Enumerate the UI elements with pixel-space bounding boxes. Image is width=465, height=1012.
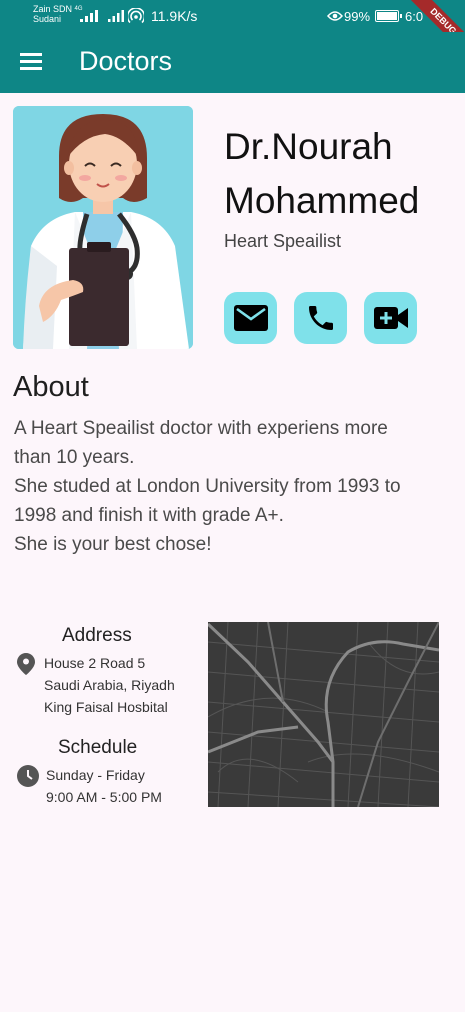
signal-icon: [80, 10, 98, 22]
eye-icon: [327, 11, 343, 21]
phone-icon: [308, 306, 333, 330]
doctor-name: Dr.Nourah Mohammed: [224, 120, 419, 228]
about-description: A Heart Speailist doctor with experiens …: [14, 414, 459, 559]
doctor-name-line1: Dr.Nourah: [224, 126, 393, 167]
clock-icon: [17, 765, 39, 787]
doctor-illustration: [13, 106, 193, 349]
schedule-heading: Schedule: [58, 737, 138, 758]
address-text: House 2 Road 5 Saudi Arabia, Riyadh King…: [44, 652, 175, 718]
about-line: She studed at London University from 199…: [14, 476, 401, 497]
map-graphic: [208, 622, 439, 807]
doctor-name-line2: Mohammed: [224, 180, 420, 221]
about-line: A Heart Speailist doctor with experiens …: [14, 418, 388, 439]
app-bar: Doctors: [0, 32, 465, 93]
address-line: King Faisal Hosbital: [44, 699, 168, 715]
address-line: House 2 Road 5: [44, 655, 146, 671]
status-bar: Zain SDN 4G Sudani 11.9K/s 99% 6:0 DEBUG: [0, 0, 465, 63]
doctor-specialty: Heart Speailist: [224, 231, 342, 251]
email-button[interactable]: [224, 292, 277, 344]
schedule-days: Sunday - Friday: [46, 767, 145, 783]
address-line: Saudi Arabia, Riyadh: [44, 677, 175, 693]
clock-time: 6:0: [405, 9, 424, 24]
call-button[interactable]: [294, 292, 347, 344]
location-pin-icon: [17, 653, 35, 675]
about-heading: About: [13, 371, 89, 403]
schedule-text: Sunday - Friday 9:00 AM - 5:00 PM: [46, 764, 162, 808]
about-line: 1998 and finish it with grade A+.: [14, 505, 284, 526]
address-heading: Address: [62, 625, 132, 646]
hotspot-icon: [128, 8, 144, 24]
hamburger-menu-icon[interactable]: [20, 53, 42, 71]
signal-icon: [108, 10, 124, 22]
carrier-name-2: Sudani: [33, 14, 62, 24]
carrier-name: Zain SDN: [33, 4, 73, 14]
about-line: She is your best chose!: [14, 534, 212, 555]
location-map[interactable]: [208, 622, 439, 807]
about-line: than 10 years.: [14, 447, 135, 468]
carrier-info: Zain SDN 4G Sudani: [33, 4, 83, 24]
battery-percent: 99%: [344, 9, 371, 24]
battery-icon: [375, 10, 402, 22]
mail-icon: [233, 305, 268, 331]
page-title: Doctors: [79, 46, 173, 76]
video-call-button[interactable]: [364, 292, 417, 344]
network-speed: 11.9K/s: [151, 8, 198, 24]
video-call-icon: [373, 307, 408, 329]
schedule-hours: 9:00 AM - 5:00 PM: [46, 789, 162, 805]
doctor-avatar: [13, 106, 193, 349]
